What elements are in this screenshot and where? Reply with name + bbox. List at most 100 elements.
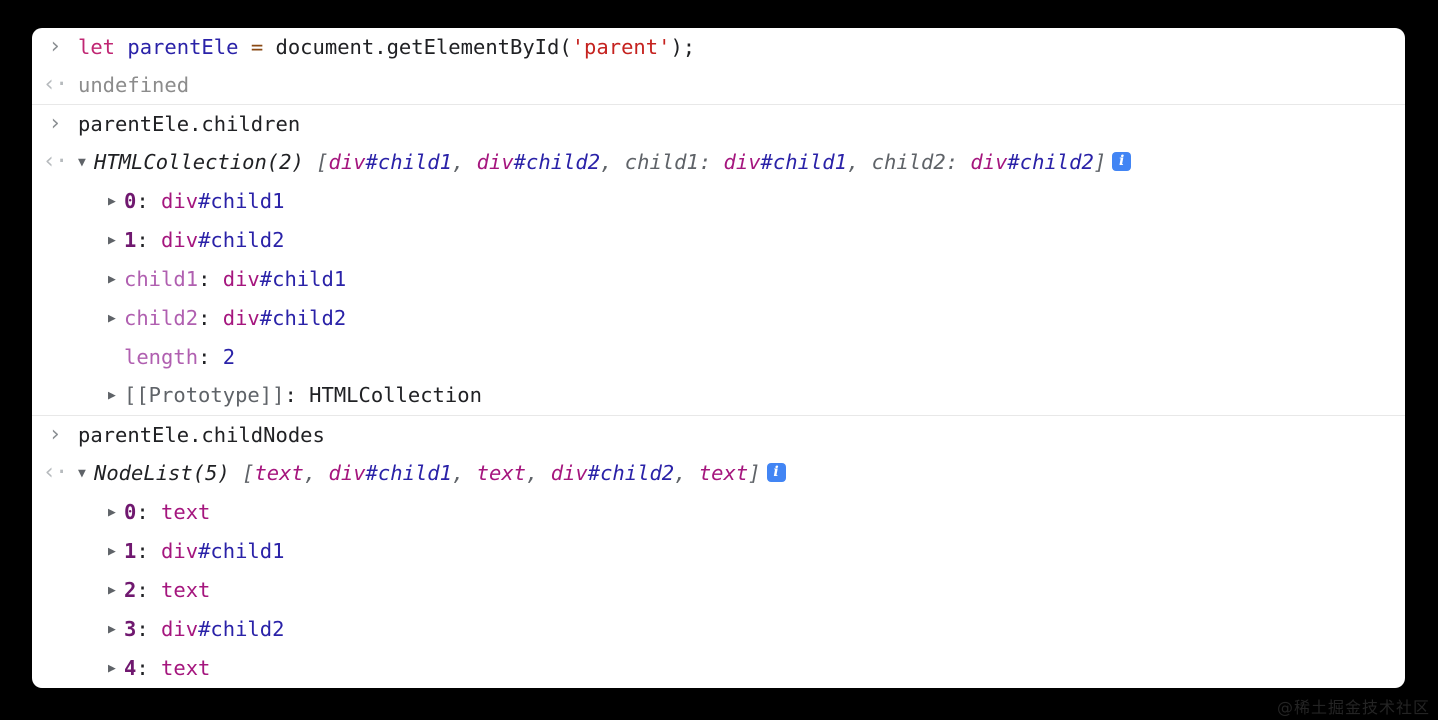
info-icon[interactable]: i [1112,151,1132,171]
expression-text: parentEle.children [78,112,301,136]
preview-key-label: child1: [624,150,724,174]
disclosure-triangle-closed-icon[interactable] [108,536,124,568]
disclosure-triangle-closed-icon[interactable] [108,186,124,218]
console-input-row[interactable]: let parentEle = document.getElementById(… [32,28,1405,66]
node-id: #child1 [365,461,452,485]
object-property: 0: div#child1 [78,185,284,218]
preview-separator: , [846,150,872,174]
object-property-row[interactable]: length: 2 [32,338,1405,376]
node-tag-name: div [550,461,588,485]
property-key: [[Prototype]] [124,383,285,407]
property-colon: : [136,228,162,252]
node-tag-name: div [970,150,1008,174]
object-property: length: 2 [78,341,235,373]
node-id: #child2 [198,228,285,252]
property-key: 0 [124,189,137,213]
prompt-arrow-icon [32,419,78,451]
text-node-label: text [254,461,304,485]
property-key: child2 [124,306,199,330]
node-id: #child1 [198,539,285,563]
disclosure-triangle-closed-icon[interactable] [108,380,124,412]
object-property: child2: div#child2 [78,302,346,335]
disclosure-triangle-closed-icon[interactable] [108,614,124,646]
assignment-operator: = [250,35,264,59]
keyword-let: let [78,35,116,59]
node-tag-name: div [161,617,199,641]
preview-separator: , [600,150,625,174]
property-colon: : [198,345,223,369]
node-tag-name: div [222,267,260,291]
node-tag-name: div [723,150,761,174]
numeric-value: 2 [222,345,236,369]
result-arrow-icon [32,69,78,101]
watermark: @稀土掘金技术社区 [1276,698,1430,717]
object-property-row[interactable]: 4: text [32,649,1405,688]
prototype-value: HTMLCollection [309,383,482,407]
object-constructor-label: NodeList(5) [94,461,230,485]
disclosure-triangle-closed-icon[interactable] [108,497,124,529]
node-tag-name: div [161,189,199,213]
node-id: #child1 [760,150,847,174]
disclosure-triangle-open-icon[interactable] [78,458,94,490]
prompt-arrow-icon [32,31,78,63]
disclosure-triangle-closed-icon[interactable] [108,575,124,607]
disclosure-triangle-closed-icon[interactable] [108,303,124,335]
preview-separator: , [303,461,329,485]
object-property: 1: div#child2 [78,224,284,257]
preview-key-label: child2: [871,150,971,174]
disclosure-triangle-closed-icon[interactable] [108,653,124,685]
object-property-row[interactable]: 3: div#child2 [32,610,1405,649]
property-key: 0 [124,500,137,524]
property-colon: : [136,500,162,524]
preview-close-bracket: ] [748,461,761,485]
console-message-list: let parentEle = document.getElementById(… [32,28,1405,688]
disclosure-triangle-closed-icon[interactable] [108,264,124,296]
disclosure-triangle-open-icon[interactable] [78,147,94,179]
property-colon: : [136,656,162,680]
property-colon: : [136,578,162,602]
node-id: #child2 [587,461,675,485]
info-icon[interactable]: i [766,462,786,482]
devtools-console-panel: let parentEle = document.getElementById(… [32,28,1405,688]
property-key: 3 [124,617,137,641]
property-key: 1 [124,228,137,252]
object-preview: HTMLCollection(2) [div#child1, div#child… [78,146,1132,179]
preview-close-bracket: ] [1093,150,1107,174]
node-tag-name: div [161,539,199,563]
preview-separator: , [526,461,551,485]
preview-open-bracket: [ [242,461,255,485]
disclosure-triangle-closed-icon[interactable] [108,225,124,257]
method-call-text: document.getElementById( [275,35,572,59]
console-input-row[interactable]: parentEle.childNodes [32,415,1405,454]
text-node-label: text [161,578,211,602]
statement-tail: ); [670,35,696,59]
node-id: #child1 [259,267,347,291]
object-property-row[interactable]: 2: text [32,571,1405,610]
property-colon: : [198,306,223,330]
object-property-row[interactable]: child1: div#child1 [32,260,1405,299]
object-property: [[Prototype]]: HTMLCollection [78,379,482,412]
node-id: #child2 [259,306,347,330]
expression-text: parentEle.childNodes [78,423,325,447]
prompt-arrow-icon [32,108,78,140]
property-colon: : [136,189,162,213]
node-tag-name: div [328,461,366,485]
console-object-row: HTMLCollection(2) [div#child1, div#child… [32,143,1405,182]
object-property: child1: div#child1 [78,263,346,296]
object-property: 3: div#child2 [78,613,284,646]
object-property-row[interactable]: child2: div#child2 [32,299,1405,338]
object-property-row[interactable]: 0: div#child1 [32,182,1405,221]
text-node-label: text [161,500,211,524]
object-property-row[interactable]: [[Prototype]]: HTMLCollection [32,376,1405,415]
property-colon: : [198,267,223,291]
object-property: 0: text [78,496,210,529]
console-input-row[interactable]: parentEle.children [32,104,1405,143]
object-property-row[interactable]: 1: div#child1 [32,532,1405,571]
object-property-row[interactable]: 1: div#child2 [32,221,1405,260]
node-tag-name: div [476,150,514,174]
node-id: #child2 [198,617,285,641]
object-property: 4: text [78,652,210,685]
property-colon: : [136,617,162,641]
node-tag-name: div [222,306,260,330]
object-property-row[interactable]: 0: text [32,493,1405,532]
